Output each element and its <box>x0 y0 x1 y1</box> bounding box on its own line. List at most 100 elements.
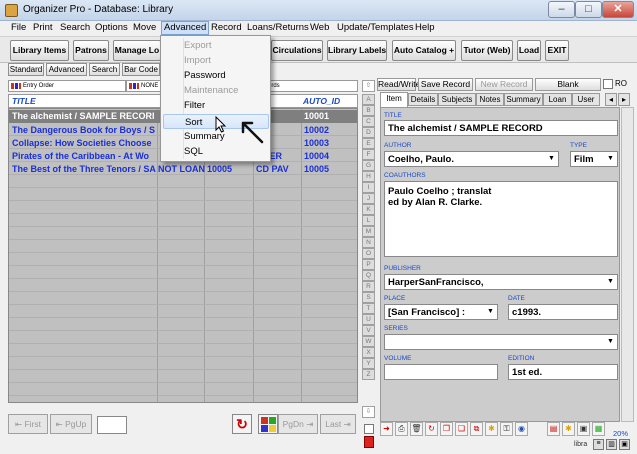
library-labels-button[interactable]: Library Labels <box>327 40 387 61</box>
paste-icon[interactable]: ❏ <box>455 422 468 436</box>
ro-checkbox[interactable] <box>603 79 613 89</box>
letter-r[interactable]: R <box>362 281 375 292</box>
refresh-icon[interactable]: ↻ <box>425 422 438 436</box>
letter-v[interactable]: V <box>362 325 375 336</box>
letter-g[interactable]: G <box>362 160 375 171</box>
tab-summary[interactable]: Summary <box>504 93 543 106</box>
title-field[interactable]: The alchemist / SAMPLE RECORD <box>384 120 618 136</box>
refresh-icon[interactable]: ↻ <box>232 414 252 434</box>
db-icon[interactable]: ≡ <box>593 439 604 450</box>
letter-k[interactable]: K <box>362 204 375 215</box>
letter-m[interactable]: M <box>362 226 375 237</box>
volume-field[interactable] <box>384 364 498 380</box>
delete-icon[interactable]: 🗑 <box>410 422 423 436</box>
menu-help[interactable]: Help <box>415 22 435 33</box>
barcode-button[interactable]: Bar Code <box>122 63 160 76</box>
menu-item-filter[interactable]: Filter <box>163 98 269 113</box>
letter-n[interactable]: N <box>362 237 375 248</box>
exit-button[interactable]: EXIT <box>545 40 569 61</box>
menu-move[interactable]: Move <box>133 22 156 33</box>
letter-s[interactable]: S <box>362 292 375 303</box>
type-field[interactable]: Film ▼ <box>570 151 618 167</box>
last-button[interactable]: Last ⇥ <box>320 414 356 434</box>
circulations-button[interactable]: Circulations <box>271 40 323 61</box>
key-icon[interactable]: ⚿ <box>500 422 513 436</box>
tab-subjects[interactable]: Subjects <box>438 93 476 106</box>
camera-icon[interactable]: ▣ <box>619 439 630 450</box>
duplicate-icon[interactable]: ⧉ <box>470 422 483 436</box>
read-write-toggle[interactable]: Read/Write <box>377 78 420 91</box>
blank-button[interactable]: Blank <box>535 78 601 91</box>
menu-update-templates[interactable]: Update/Templates <box>337 22 414 33</box>
menu-item-import[interactable]: Import <box>163 53 269 68</box>
record-number-input[interactable] <box>97 416 127 434</box>
menu-item-export[interactable]: Export <box>163 38 269 53</box>
tab-user[interactable]: User <box>572 93 600 106</box>
letter-l[interactable]: L <box>362 215 375 226</box>
letter-c[interactable]: C <box>362 116 375 127</box>
menu-options[interactable]: Options <box>95 22 128 33</box>
menu-item-maintenance[interactable]: Maintenance <box>163 83 269 98</box>
letter-i[interactable]: I <box>362 182 375 193</box>
tab-loan[interactable]: Loan <box>543 93 572 106</box>
letter-w[interactable]: W <box>362 336 375 347</box>
letter-b[interactable]: B <box>362 105 375 116</box>
stop-icon[interactable] <box>364 436 374 448</box>
grid-view-icon[interactable] <box>258 414 278 434</box>
letter-e[interactable]: E <box>362 138 375 149</box>
small-checkbox[interactable] <box>364 424 374 434</box>
edition-field[interactable]: 1st ed. <box>508 364 618 380</box>
author-field[interactable]: Coelho, Paulo. ▼ <box>384 151 559 167</box>
new-record-button[interactable]: New Record <box>475 78 533 91</box>
tab-details[interactable]: Details <box>408 93 438 106</box>
tab-item[interactable]: Item <box>380 92 408 107</box>
menu-file[interactable]: File <box>11 22 26 33</box>
letter-z[interactable]: Z <box>362 369 375 380</box>
save-record-button[interactable]: Save Record <box>418 78 473 91</box>
letter-h[interactable]: H <box>362 171 375 182</box>
search-button[interactable]: Search <box>89 63 120 76</box>
menu-web[interactable]: Web <box>310 22 329 33</box>
minimize-button[interactable]: – <box>548 1 575 18</box>
scroll-up-icon[interactable]: ⇧ <box>362 80 375 92</box>
load-button[interactable]: Load <box>517 40 541 61</box>
close-button[interactable]: ✕ <box>602 1 634 18</box>
date-field[interactable]: c1993. <box>508 304 618 320</box>
letter-j[interactable]: J <box>362 193 375 204</box>
patrons-button[interactable]: Patrons <box>73 40 109 61</box>
print-icon[interactable]: ⎙ <box>395 422 408 436</box>
coauthors-field[interactable]: Paulo Coelho ; translat ed by Alan R. Cla… <box>384 181 618 257</box>
letter-q[interactable]: Q <box>362 270 375 281</box>
library-items-button[interactable]: Library Items <box>10 40 69 61</box>
tab-scroll-right-icon[interactable]: ▸ <box>618 93 630 106</box>
back-arrow-icon[interactable]: ➜ <box>380 422 393 436</box>
menu-record[interactable]: Record <box>211 22 242 33</box>
letter-t[interactable]: T <box>362 303 375 314</box>
pgup-button[interactable]: ⇤ PgUp <box>50 414 92 434</box>
tab-notes[interactable]: Notes <box>476 93 504 106</box>
menu-loans-returns[interactable]: Loans/Returns <box>247 22 309 33</box>
copy-icon[interactable]: ❐ <box>440 422 453 436</box>
letter-p[interactable]: P <box>362 259 375 270</box>
first-button[interactable]: ⇤ First <box>8 414 48 434</box>
menu-search[interactable]: Search <box>60 22 90 33</box>
menu-print[interactable]: Print <box>33 22 53 33</box>
letter-x[interactable]: X <box>362 347 375 358</box>
sort-entry-order[interactable]: Entry Order <box>8 80 126 92</box>
header-title[interactable]: TITLE <box>12 96 36 106</box>
series-field[interactable]: ▼ <box>384 334 618 350</box>
header-auto-id[interactable]: AUTO_ID <box>303 96 340 106</box>
standard-button[interactable]: Standard <box>8 63 44 76</box>
web-icon[interactable]: ◉ <box>515 422 528 436</box>
tab-scroll-left-icon[interactable]: ◂ <box>605 93 617 106</box>
manage-loans-button[interactable]: Manage Lo <box>113 40 161 61</box>
maximize-button[interactable]: □ <box>575 1 602 18</box>
letter-a[interactable]: A <box>362 94 375 105</box>
menu-item-password[interactable]: Password <box>163 68 269 83</box>
publisher-field[interactable]: HarperSanFrancisco, ▼ <box>384 274 618 290</box>
tutor-web-button[interactable]: Tutor (Web) <box>461 40 513 61</box>
advanced-button[interactable]: Advanced <box>46 63 87 76</box>
menu-advanced[interactable]: Advanced <box>161 21 210 35</box>
lightbulb-icon[interactable]: ✱ <box>485 422 498 436</box>
scroll-down-icon[interactable]: ⇩ <box>362 406 375 418</box>
